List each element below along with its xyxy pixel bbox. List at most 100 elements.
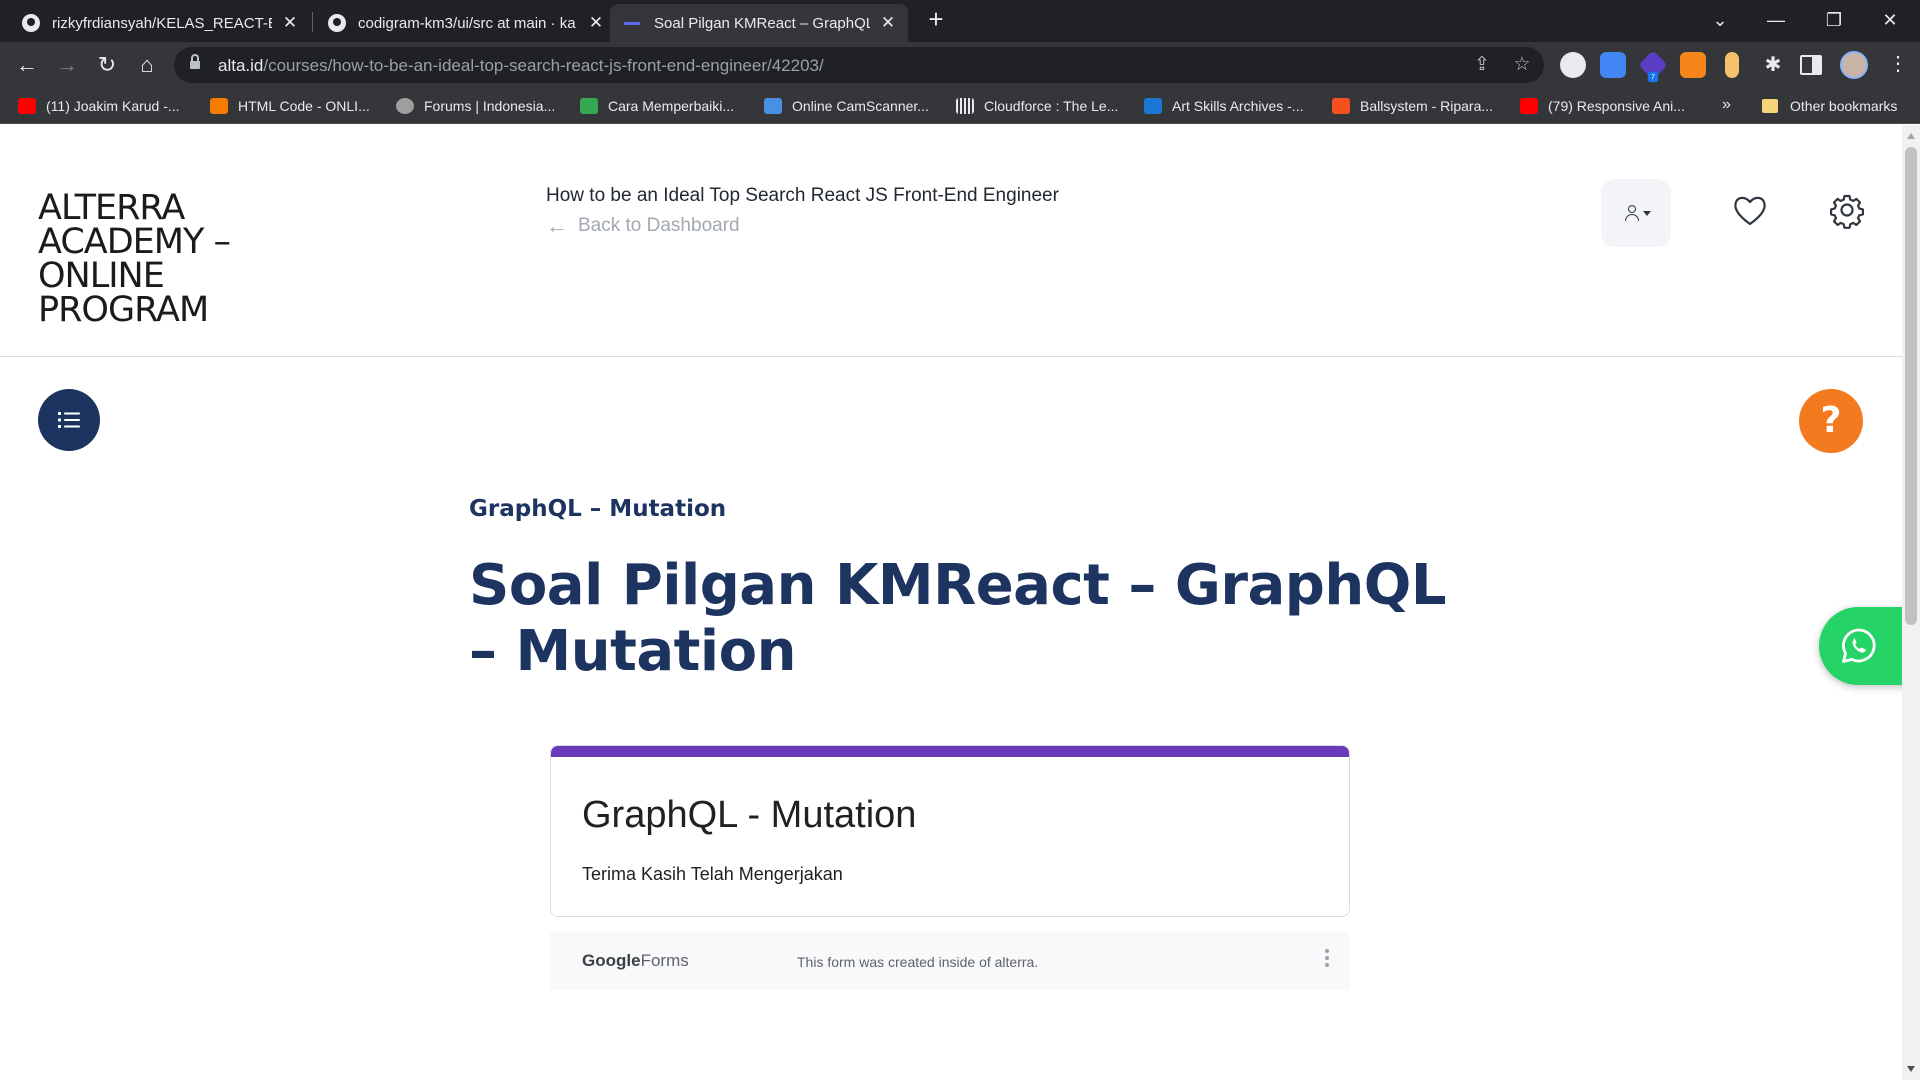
tab-title: rizkyfrdiansyah/KELAS_REACT-B: [52, 14, 272, 32]
extension-ghostery-icon[interactable]: [1560, 52, 1586, 78]
extension-badge: 7: [1647, 71, 1659, 83]
restore-button[interactable]: ❐: [1810, 4, 1858, 36]
lock-icon[interactable]: [190, 54, 200, 70]
more-bookmarks-chevron-icon[interactable]: »: [1722, 96, 1731, 114]
bookmark-item[interactable]: (11) Joakim Karud -...: [18, 94, 180, 118]
side-panel-icon[interactable]: [1800, 55, 1822, 75]
form-more-options-icon[interactable]: [1320, 946, 1334, 974]
site-logo[interactable]: ALTERRA ACADEMY – ONLINE PROGRAM: [38, 191, 298, 328]
bookmark-label: Cloudforce : The Le...: [984, 98, 1119, 114]
bookmark-label: HTML Code - ONLI...: [238, 98, 370, 114]
close-icon[interactable]: ✕: [878, 13, 898, 33]
favorite-button[interactable]: [1728, 188, 1772, 232]
bookmark-label: Cara Memperbaiki...: [608, 98, 735, 114]
url-path: /courses/how-to-be-an-ideal-top-search-r…: [263, 56, 824, 75]
new-tab-button[interactable]: +: [922, 6, 950, 34]
extensions-puzzle-icon[interactable]: ✱: [1760, 52, 1786, 78]
bookmark-item[interactable]: Forums | Indonesia...: [396, 94, 555, 118]
scroll-up-arrow-icon[interactable]: [1907, 133, 1915, 139]
back-to-dashboard-label: Back to Dashboard: [578, 215, 740, 236]
github-icon: [22, 14, 40, 32]
page-scrollbar[interactable]: [1902, 125, 1920, 1080]
github-icon: [328, 14, 346, 32]
url-host: alta.id: [218, 56, 264, 75]
other-bookmarks[interactable]: Other bookmarks: [1762, 94, 1897, 118]
lesson-section-label: GraphQL – Mutation: [469, 496, 727, 522]
bookmark-item[interactable]: Cloudforce : The Le...: [956, 94, 1118, 118]
extension-capsule-icon[interactable]: [1725, 52, 1739, 78]
folder-icon: [1762, 99, 1778, 113]
arrow-left-icon: ←: [546, 213, 568, 238]
form-footer-note: This form was created inside of alterra.: [797, 954, 1039, 970]
tab-soal-pilgan[interactable]: Soal Pilgan KMReact – GraphQL ✕: [610, 4, 908, 42]
bookmark-item[interactable]: Online CamScanner...: [764, 94, 929, 118]
bookmark-item[interactable]: Art Skills Archives -...: [1144, 94, 1303, 118]
page-viewport: ALTERRA ACADEMY – ONLINE PROGRAM How to …: [0, 125, 1902, 1080]
camscanner-icon: [764, 98, 782, 114]
bookmark-star-icon[interactable]: ☆: [1510, 53, 1534, 77]
html-code-icon: [210, 98, 228, 114]
settings-button[interactable]: [1825, 188, 1869, 232]
bookmark-label: Art Skills Archives -...: [1172, 98, 1304, 114]
ballsystem-icon: [1332, 98, 1350, 114]
user-menu-button[interactable]: [1601, 179, 1671, 247]
bookmarks-bar: (11) Joakim Karud -... HTML Code - ONLI.…: [0, 88, 1920, 124]
google-form-card: GraphQL - Mutation Terima Kasih Telah Me…: [550, 745, 1350, 917]
bookmark-item[interactable]: Cara Memperbaiki...: [580, 94, 734, 118]
forward-button[interactable]: →: [51, 50, 83, 82]
list-icon: [58, 412, 80, 428]
back-to-dashboard-link[interactable]: ← Back to Dashboard: [546, 213, 740, 239]
metamask-icon[interactable]: [1680, 52, 1706, 78]
google-forms-logo[interactable]: GoogleForms: [582, 951, 689, 971]
alterra-favicon-icon: [624, 14, 642, 32]
help-button[interactable]: ?: [1799, 389, 1863, 453]
shield-icon: [580, 98, 598, 114]
close-icon[interactable]: ✕: [586, 13, 606, 33]
heart-icon: [1734, 196, 1766, 226]
whatsapp-icon: [1842, 628, 1876, 663]
tab-github-codigram[interactable]: codigram-km3/ui/src at main · ka ✕: [314, 4, 616, 42]
bookmark-item[interactable]: Ballsystem - Ripara...: [1332, 94, 1493, 118]
reload-button[interactable]: ↻: [91, 50, 123, 82]
table-of-contents-button[interactable]: [38, 389, 100, 451]
lesson-title: Soal Pilgan KMReact – GraphQL – Mutation: [469, 553, 1447, 684]
bookmark-label: Online CamScanner...: [792, 98, 929, 114]
google-form-footer: GoogleForms This form was created inside…: [550, 932, 1350, 990]
google-wordmark: Google: [582, 951, 641, 970]
course-title: How to be an Ideal Top Search React JS F…: [546, 185, 1059, 206]
caret-down-icon: [1643, 211, 1651, 216]
minimize-button[interactable]: —: [1752, 4, 1800, 36]
browser-toolbar: ← → ↻ ⌂ alta.id/courses/how-to-be-an-ide…: [0, 42, 1920, 88]
browser-menu-button[interactable]: ⋮: [1888, 51, 1908, 79]
tab-title: codigram-km3/ui/src at main · ka: [358, 14, 576, 32]
close-icon[interactable]: ✕: [280, 13, 300, 33]
form-confirmation-message: Terima Kasih Telah Mengerjakan: [582, 864, 843, 884]
form-accent-bar: [551, 746, 1349, 757]
address-bar[interactable]: alta.id/courses/how-to-be-an-ideal-top-s…: [174, 47, 1544, 83]
back-button[interactable]: ←: [11, 50, 43, 82]
tab-github-kelas-react[interactable]: rizkyfrdiansyah/KELAS_REACT-B ✕: [8, 4, 310, 42]
scroll-down-arrow-icon[interactable]: [1907, 1066, 1915, 1072]
art-icon: [1144, 98, 1162, 114]
profile-avatar[interactable]: [1840, 51, 1868, 79]
url-text[interactable]: alta.id/courses/how-to-be-an-ideal-top-s…: [218, 56, 824, 76]
bookmark-item[interactable]: HTML Code - ONLI...: [210, 94, 370, 118]
globe-icon: [396, 98, 414, 114]
share-icon[interactable]: ⇪: [1470, 53, 1494, 77]
tab-search-button[interactable]: ⌄: [1696, 4, 1744, 36]
bookmark-label: (79) Responsive Ani...: [1548, 98, 1685, 114]
tab-divider: [312, 12, 313, 32]
scrollbar-thumb[interactable]: [1905, 147, 1917, 625]
whatsapp-chat-button[interactable]: [1819, 607, 1902, 685]
bookmark-label: Forums | Indonesia...: [424, 98, 556, 114]
window-close-button[interactable]: ✕: [1866, 4, 1914, 36]
grid-icon: [956, 98, 974, 114]
youtube-icon: [1520, 98, 1538, 114]
extension-wallet-icon[interactable]: 7: [1638, 50, 1668, 83]
other-bookmarks-label: Other bookmarks: [1790, 98, 1898, 114]
youtube-icon: [18, 98, 36, 114]
home-button[interactable]: ⌂: [131, 50, 163, 82]
form-title: GraphQL - Mutation: [582, 794, 917, 836]
google-translate-icon[interactable]: [1600, 52, 1626, 78]
bookmark-item[interactable]: (79) Responsive Ani...: [1520, 94, 1685, 118]
